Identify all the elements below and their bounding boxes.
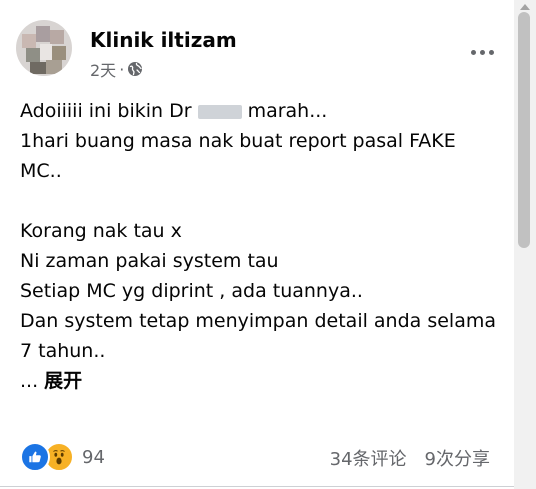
like-icon <box>20 442 50 472</box>
post-meta: 2天 · <box>90 58 143 80</box>
comments-count-link[interactable]: 34条评论 <box>330 445 407 471</box>
post-line-6: Setiap MC yg diprint , ada tuannya.. <box>20 280 363 302</box>
post-line-9: ... 展开 <box>20 370 83 392</box>
post-time[interactable]: 2天 <box>90 57 116 81</box>
avatar[interactable] <box>16 20 72 76</box>
reaction-count: 94 <box>82 446 105 468</box>
shares-count-link[interactable]: 9次分享 <box>425 445 490 471</box>
more-horizontal-icon <box>470 49 476 55</box>
see-more-link[interactable]: 展开 <box>44 370 82 392</box>
redacted-name <box>197 104 242 119</box>
scroll-up-arrow-icon[interactable] <box>520 4 530 10</box>
more-options-button[interactable] <box>462 34 502 70</box>
post-line-4: Korang nak tau x <box>20 220 182 242</box>
engagement-stats: 34条评论 9次分享 <box>330 443 490 473</box>
scrollbar-thumb[interactable] <box>518 12 530 248</box>
post-line-1: Adoiiiii ini bikin Dr marah... <box>20 100 328 122</box>
globe-icon[interactable] <box>127 61 143 77</box>
post-line-8: 7 tahun.. <box>20 340 106 362</box>
post-line-7: Dan system tetap menyimpan detail anda s… <box>20 310 497 332</box>
post-line-3: MC.. <box>20 160 62 182</box>
post-text: Adoiiiii ini bikin Dr marah... 1hari buan… <box>20 96 508 396</box>
meta-separator: · <box>119 59 125 79</box>
author-name[interactable]: Klinik iltizam <box>90 28 237 52</box>
post-line-5: Ni zaman pakai system tau <box>20 250 279 272</box>
divider <box>0 486 514 487</box>
reactions-summary[interactable]: 94 <box>20 442 105 472</box>
post-line-2: 1hari buang masa nak buat report pasal F… <box>20 130 456 152</box>
post-card: Klinik iltizam 2天 · Adoiiiii ini bikin D… <box>0 0 514 489</box>
